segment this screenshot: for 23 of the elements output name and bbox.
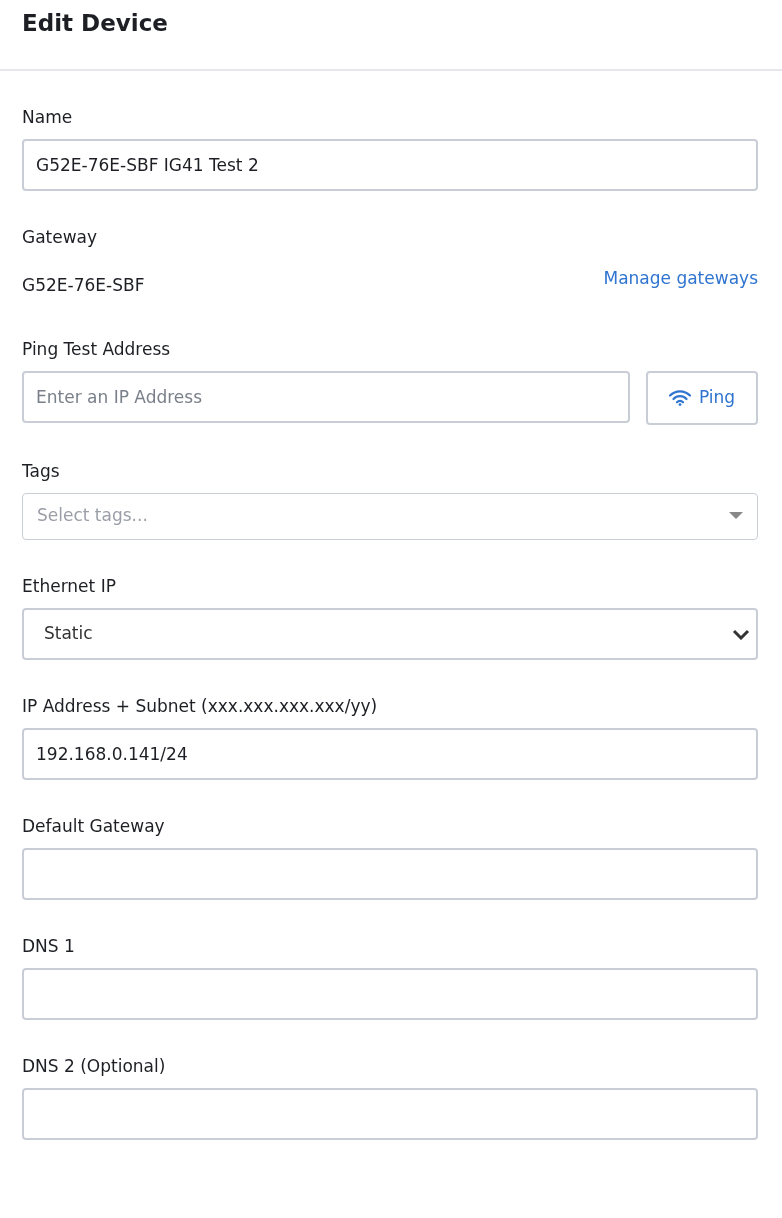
manage-gateways-link[interactable]: Manage gateways (603, 266, 758, 292)
field-label: Ethernet IP (22, 574, 116, 598)
field-label: Gateway (22, 226, 98, 249)
field-label: Name (22, 106, 73, 129)
gateway-name: G52E-76E-SBF (22, 274, 145, 297)
field-label: Default Gateway (22, 814, 165, 838)
text-field[interactable]: 192.168.0.141/24 (22, 727, 758, 780)
caret-icon (729, 512, 743, 520)
field-label: Tags (22, 459, 60, 483)
ip-address-field[interactable]: Enter an IP Address (22, 370, 630, 423)
field-label: DNS 1 (22, 934, 75, 958)
text-field[interactable] (22, 1087, 758, 1140)
field-label: IP Address + Subnet (xxx.xxx.xxx.xxx/yy) (22, 694, 378, 718)
ethernet-ip-select[interactable]: Static (22, 607, 758, 660)
field-label: DNS 2 (Optional) (22, 1054, 166, 1078)
wifi-icon (668, 389, 691, 406)
text-field[interactable] (22, 847, 758, 900)
dialog-title: Edit Device (22, 9, 169, 38)
ping-button[interactable]: Ping (646, 370, 758, 425)
field-label: Ping Test Address (22, 337, 171, 361)
text-field[interactable]: G52E-76E-SBF IG41 Test 2 (22, 139, 758, 191)
text-field[interactable] (22, 967, 758, 1020)
chevron-icon (732, 628, 750, 640)
